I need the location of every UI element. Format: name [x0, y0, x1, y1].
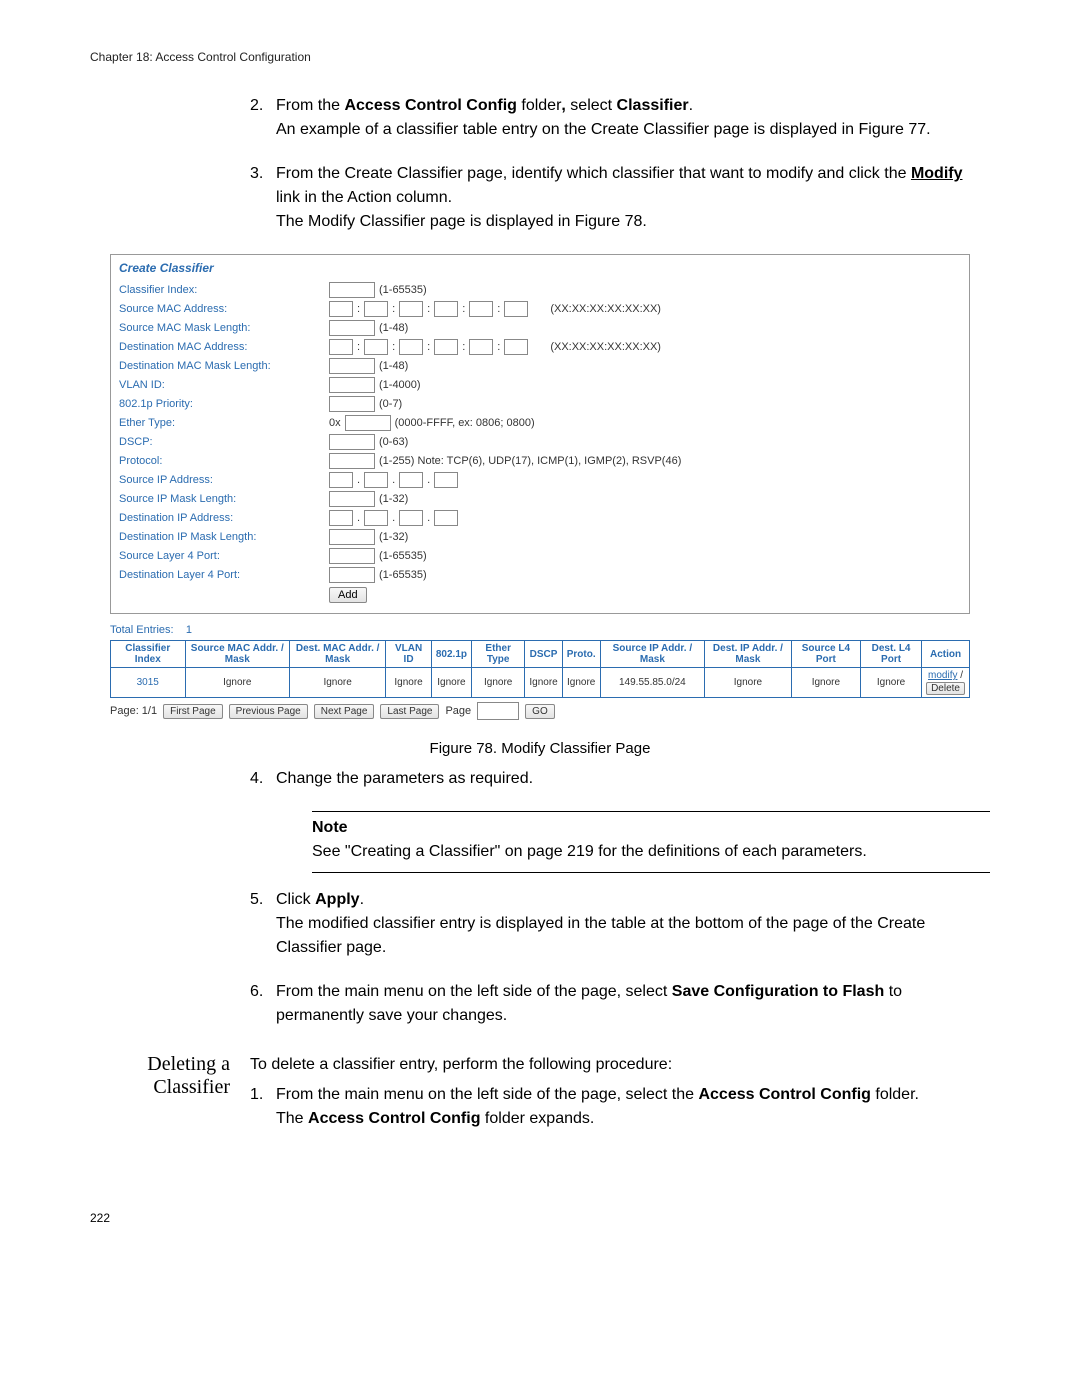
add-button[interactable]: Add — [329, 587, 367, 603]
chapter-header: Chapter 18: Access Control Configuration — [90, 50, 990, 64]
dst-ip-3[interactable] — [399, 510, 423, 526]
deleting-step-1: 1. From the main menu on the left side o… — [250, 1083, 990, 1131]
dst-mac-1[interactable] — [329, 339, 353, 355]
src-ip-2[interactable] — [364, 472, 388, 488]
src-mac-1[interactable] — [329, 301, 353, 317]
row-8021p: 802.1p Priority: (0-7) — [119, 395, 961, 413]
classifier-table: Classifier Index Source MAC Addr. / Mask… — [110, 640, 970, 698]
ordered-steps-top: 2. From the Access Control Config folder… — [250, 94, 990, 234]
first-page-button[interactable]: First Page — [163, 704, 223, 719]
row-dscp: DSCP: (0-63) — [119, 433, 961, 451]
dst-mac-len-input[interactable] — [329, 358, 375, 374]
dst-ip-1[interactable] — [329, 510, 353, 526]
note-title: Note — [312, 816, 990, 840]
row-source-l4: Source Layer 4 Port: (1-65535) — [119, 547, 961, 565]
dst-mac-4[interactable] — [434, 339, 458, 355]
modify-link[interactable]: modify — [928, 670, 957, 681]
src-mac-len-input[interactable] — [329, 320, 375, 336]
dst-l4-input[interactable] — [329, 567, 375, 583]
last-page-button[interactable]: Last Page — [380, 704, 439, 719]
src-mac-6[interactable] — [504, 301, 528, 317]
vlan-id-input[interactable] — [329, 377, 375, 393]
next-page-button[interactable]: Next Page — [314, 704, 375, 719]
paginator: Page: 1/1 First Page Previous Page Next … — [110, 702, 970, 720]
note-body: See "Creating a Classifier" on page 219 … — [312, 840, 990, 864]
ether-type-input[interactable] — [345, 415, 391, 431]
src-mac-5[interactable] — [469, 301, 493, 317]
row-dest-l4: Destination Layer 4 Port: (1-65535) — [119, 566, 961, 584]
th-dst-ip: Dest. IP Addr. / Mask — [705, 641, 792, 668]
table-row: 3015 Ignore Ignore Ignore Ignore Ignore … — [111, 668, 970, 698]
th-dst-mac: Dest. MAC Addr. / Mask — [290, 641, 386, 668]
row-source-mac-len: Source MAC Mask Length: (1-48) — [119, 319, 961, 337]
step-6: 6. From the main menu on the left side o… — [250, 980, 990, 1028]
create-classifier-panel: Create Classifier Classifier Index: (1-6… — [110, 254, 970, 614]
previous-page-button[interactable]: Previous Page — [229, 704, 308, 719]
th-proto: Proto. — [562, 641, 600, 668]
dst-mac-5[interactable] — [469, 339, 493, 355]
panel-title: Create Classifier — [119, 261, 961, 275]
classifier-index-input[interactable] — [329, 282, 375, 298]
step-5: 5. Click Apply. The modified classifier … — [250, 888, 990, 960]
page-input[interactable] — [477, 702, 519, 720]
ordered-steps-bottom: 4. Change the parameters as required. No… — [250, 767, 990, 1028]
dst-mac-2[interactable] — [364, 339, 388, 355]
deleting-section: Deleting a Classifier To delete a classi… — [90, 1053, 990, 1151]
dst-ip-2[interactable] — [364, 510, 388, 526]
src-ip-1[interactable] — [329, 472, 353, 488]
th-ether: Ether Type — [472, 641, 525, 668]
th-src-ip: Source IP Addr. / Mask — [600, 641, 704, 668]
step-3: 3. From the Create Classifier page, iden… — [250, 162, 990, 234]
dst-ip-4[interactable] — [434, 510, 458, 526]
8021p-input[interactable] — [329, 396, 375, 412]
row-classifier-index: Classifier Index: (1-65535) — [119, 281, 961, 299]
dscp-input[interactable] — [329, 434, 375, 450]
note-box: Note See "Creating a Classifier" on page… — [312, 811, 990, 873]
row-ether-type: Ether Type: 0x (0000-FFFF, ex: 0806; 080… — [119, 414, 961, 432]
th-src-mac: Source MAC Addr. / Mask — [185, 641, 290, 668]
step-2: 2. From the Access Control Config folder… — [250, 94, 990, 142]
page-number: 222 — [90, 1211, 990, 1225]
dst-ip-len-input[interactable] — [329, 529, 375, 545]
side-heading: Deleting a Classifier — [90, 1053, 250, 1151]
page-label: Page: 1/1 — [110, 705, 157, 717]
th-vlan: VLAN ID — [386, 641, 432, 668]
row-dest-ip: Destination IP Address: . . . — [119, 509, 961, 527]
protocol-input[interactable] — [329, 453, 375, 469]
th-index: Classifier Index — [111, 641, 186, 668]
src-l4-input[interactable] — [329, 548, 375, 564]
go-button[interactable]: GO — [525, 704, 555, 719]
row-source-ip-len: Source IP Mask Length: (1-32) — [119, 490, 961, 508]
row-dest-mac-len: Destination MAC Mask Length: (1-48) — [119, 357, 961, 375]
total-entries: Total Entries: 1 — [110, 624, 990, 636]
row-dest-ip-len: Destination IP Mask Length: (1-32) — [119, 528, 961, 546]
delete-button[interactable]: Delete — [926, 682, 965, 695]
dst-mac-3[interactable] — [399, 339, 423, 355]
src-mac-4[interactable] — [434, 301, 458, 317]
th-dscp: DSCP — [525, 641, 562, 668]
src-ip-3[interactable] — [399, 472, 423, 488]
th-src-l4: Source L4 Port — [791, 641, 860, 668]
src-ip-len-input[interactable] — [329, 491, 375, 507]
dst-mac-6[interactable] — [504, 339, 528, 355]
row-dest-mac: Destination MAC Address: : : : : : (XX:X… — [119, 338, 961, 356]
step-4: 4. Change the parameters as required. — [250, 767, 990, 791]
src-mac-2[interactable] — [364, 301, 388, 317]
th-action: Action — [922, 641, 970, 668]
th-dst-l4: Dest. L4 Port — [861, 641, 922, 668]
src-ip-4[interactable] — [434, 472, 458, 488]
row-source-ip: Source IP Address: . . . — [119, 471, 961, 489]
figure-caption: Figure 78. Modify Classifier Page — [90, 740, 990, 757]
row-source-mac: Source MAC Address: : : : : : (XX:XX:XX:… — [119, 300, 961, 318]
row-vlan-id: VLAN ID: (1-4000) — [119, 376, 961, 394]
deleting-intro: To delete a classifier entry, perform th… — [250, 1053, 990, 1077]
row-protocol: Protocol: (1-255) Note: TCP(6), UDP(17),… — [119, 452, 961, 470]
th-8021p: 802.1p — [431, 641, 471, 668]
src-mac-3[interactable] — [399, 301, 423, 317]
